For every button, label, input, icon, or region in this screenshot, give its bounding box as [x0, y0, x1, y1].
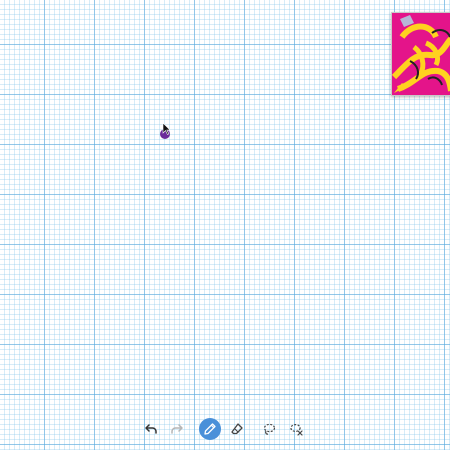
drawing-canvas[interactable]	[0, 0, 450, 450]
eraser-tool-button[interactable]	[226, 418, 248, 440]
lasso-tool-button[interactable]	[258, 418, 280, 440]
pencil-icon	[204, 423, 216, 435]
redo-button[interactable]	[166, 418, 188, 440]
mouse-cursor-icon	[162, 123, 170, 135]
undo-icon	[145, 424, 157, 434]
thumbnail-artwork-icon	[392, 13, 450, 95]
image-thumbnail[interactable]	[391, 12, 450, 96]
drawing-toolbar	[138, 416, 310, 442]
lasso-clear-icon	[290, 423, 303, 436]
pencil-tool-button[interactable]	[199, 418, 221, 440]
lasso-clear-button[interactable]	[285, 418, 307, 440]
eraser-icon	[231, 423, 243, 435]
undo-button[interactable]	[140, 418, 162, 440]
lasso-icon	[263, 423, 276, 435]
redo-icon	[171, 424, 183, 434]
